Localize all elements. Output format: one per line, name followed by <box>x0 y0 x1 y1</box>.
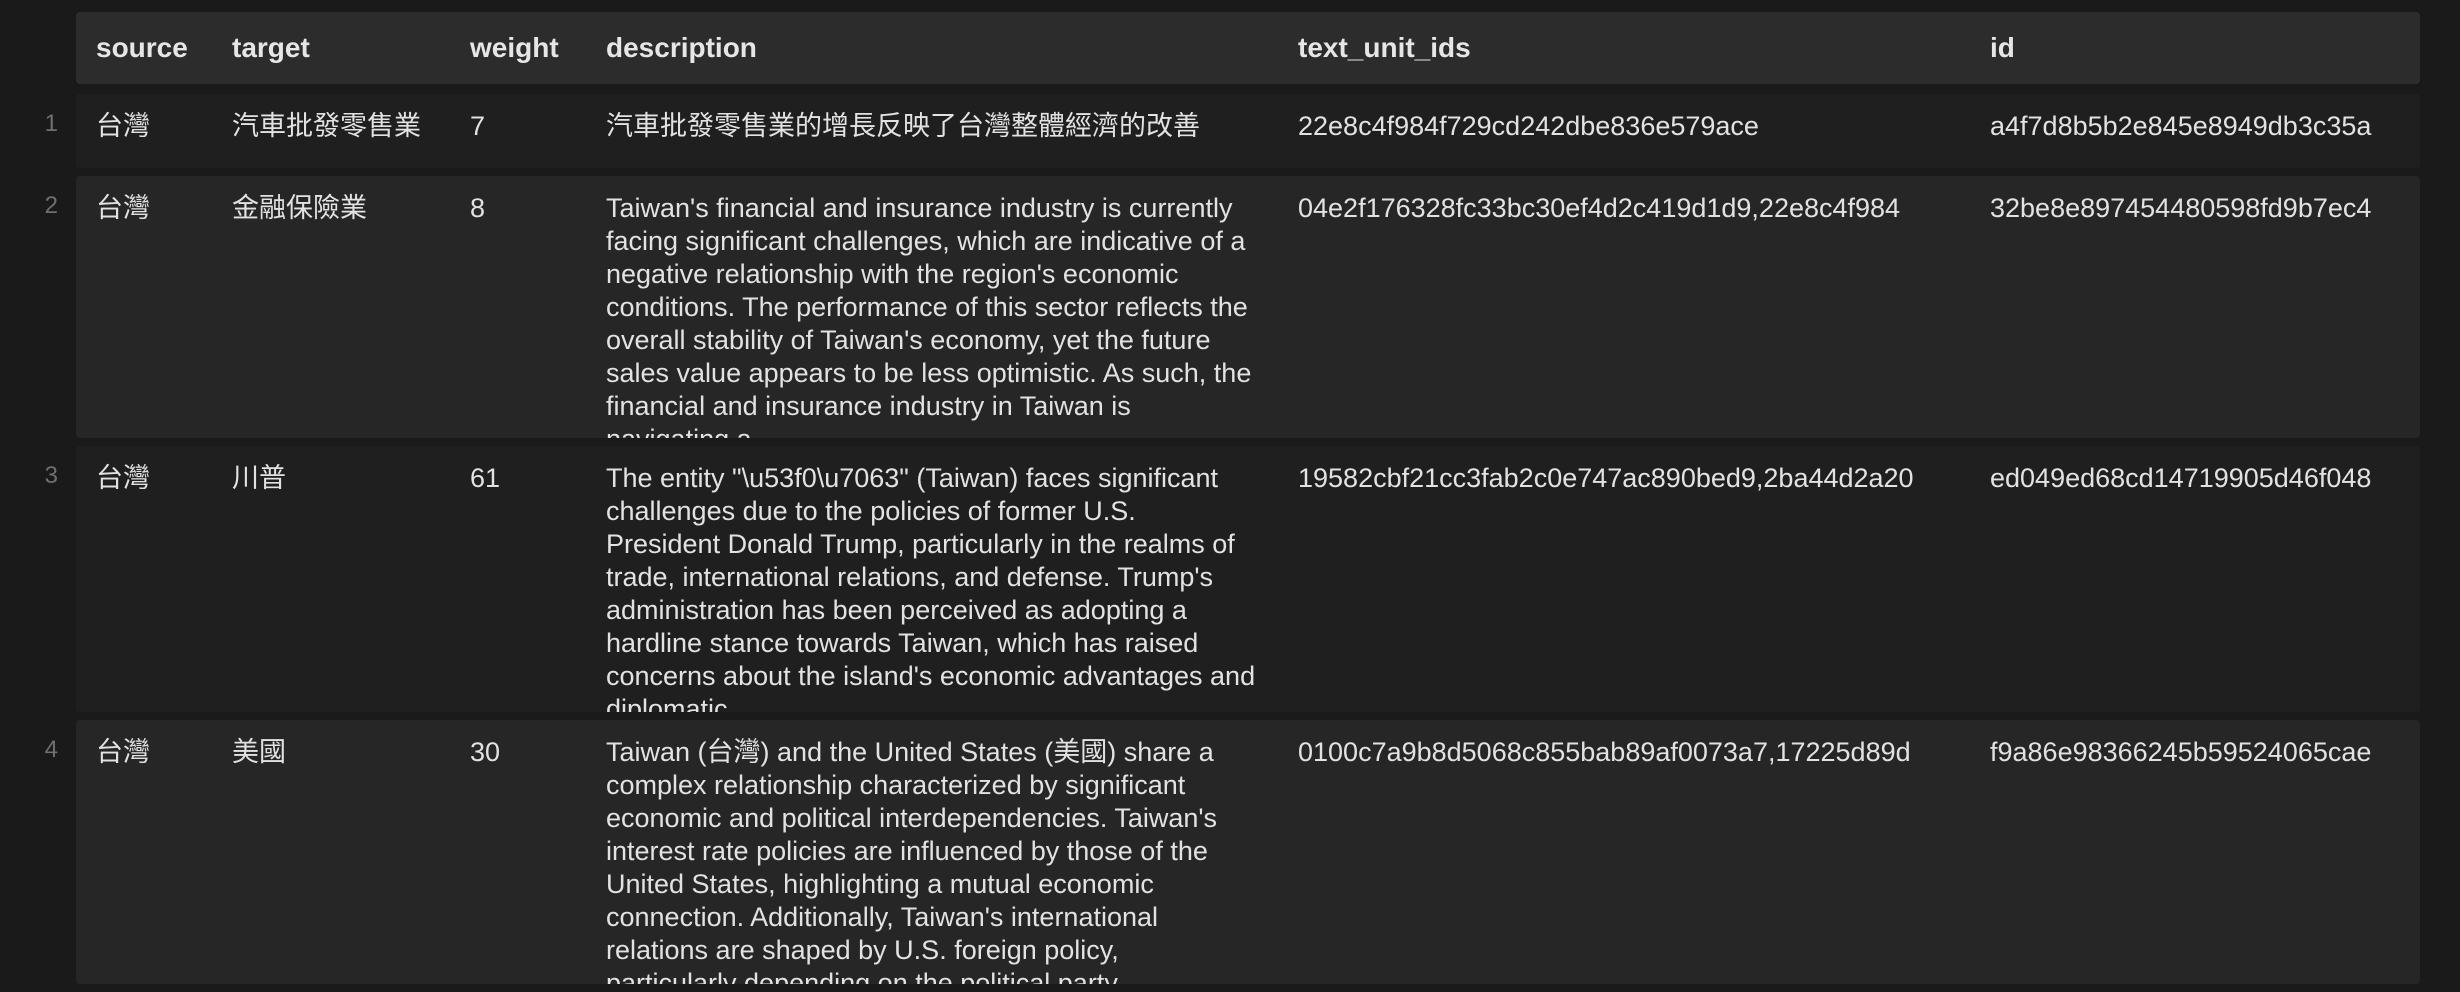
cell-id[interactable]: a4f7d8b5b2e845e8949db3c35a <box>1990 110 2420 143</box>
column-header-target[interactable]: target <box>232 12 310 84</box>
cell-source[interactable]: 台灣 <box>96 462 150 495</box>
cell-text-unit-ids[interactable]: 04e2f176328fc33bc30ef4d2c419d1d9,22e8c4f… <box>1298 192 1970 225</box>
column-header-weight[interactable]: weight <box>470 12 559 84</box>
column-header-source[interactable]: source <box>96 12 188 84</box>
row-index: 4 <box>44 736 58 763</box>
column-header-id[interactable]: id <box>1990 12 2015 84</box>
column-header-description[interactable]: description <box>606 12 757 84</box>
cell-weight[interactable]: 7 <box>470 110 485 143</box>
column-header-text-unit-ids[interactable]: text_unit_ids <box>1298 12 1471 84</box>
csv-table-viewer: source target weight description text_un… <box>0 0 2460 992</box>
row-index: 2 <box>44 192 58 219</box>
cell-source[interactable]: 台灣 <box>96 192 150 225</box>
table-row[interactable]: 1 台灣 汽車批發零售業 7 汽車批發零售業的增長反映了台灣整體經濟的改善 22… <box>0 94 2460 168</box>
cell-id[interactable]: f9a86e98366245b59524065cae <box>1990 736 2420 769</box>
cell-description[interactable]: The entity "\u53f0\u7063" (Taiwan) faces… <box>606 462 1256 712</box>
table-row[interactable]: 4 台灣 美國 30 Taiwan (台灣) and the United St… <box>0 720 2460 984</box>
cell-description[interactable]: Taiwan (台灣) and the United States (美國) s… <box>606 736 1256 984</box>
cell-weight[interactable]: 30 <box>470 736 500 769</box>
cell-text-unit-ids[interactable]: 0100c7a9b8d5068c855bab89af0073a7,17225d8… <box>1298 736 1970 769</box>
cell-weight[interactable]: 61 <box>470 462 500 495</box>
row-index: 1 <box>44 110 58 137</box>
table-row[interactable]: 3 台灣 川普 61 The entity "\u53f0\u7063" (Ta… <box>0 446 2460 712</box>
cell-id[interactable]: ed049ed68cd14719905d46f048 <box>1990 462 2420 495</box>
cell-target[interactable]: 金融保險業 <box>232 192 367 225</box>
cell-id[interactable]: 32be8e897454480598fd9b7ec4 <box>1990 192 2420 225</box>
table-header: source target weight description text_un… <box>76 12 2420 84</box>
cell-target[interactable]: 汽車批發零售業 <box>232 110 421 143</box>
cell-description[interactable]: 汽車批發零售業的增長反映了台灣整體經濟的改善 <box>606 110 1200 143</box>
row-index: 3 <box>44 462 58 489</box>
cell-target[interactable]: 美國 <box>232 736 286 769</box>
cell-text-unit-ids[interactable]: 22e8c4f984f729cd242dbe836e579ace <box>1298 110 1970 143</box>
cell-text-unit-ids[interactable]: 19582cbf21cc3fab2c0e747ac890bed9,2ba44d2… <box>1298 462 1970 495</box>
cell-weight[interactable]: 8 <box>470 192 485 225</box>
table-row[interactable]: 2 台灣 金融保險業 8 Taiwan's financial and insu… <box>0 176 2460 438</box>
cell-source[interactable]: 台灣 <box>96 736 150 769</box>
cell-source[interactable]: 台灣 <box>96 110 150 143</box>
cell-target[interactable]: 川普 <box>232 462 286 495</box>
cell-description[interactable]: Taiwan's financial and insurance industr… <box>606 192 1256 438</box>
